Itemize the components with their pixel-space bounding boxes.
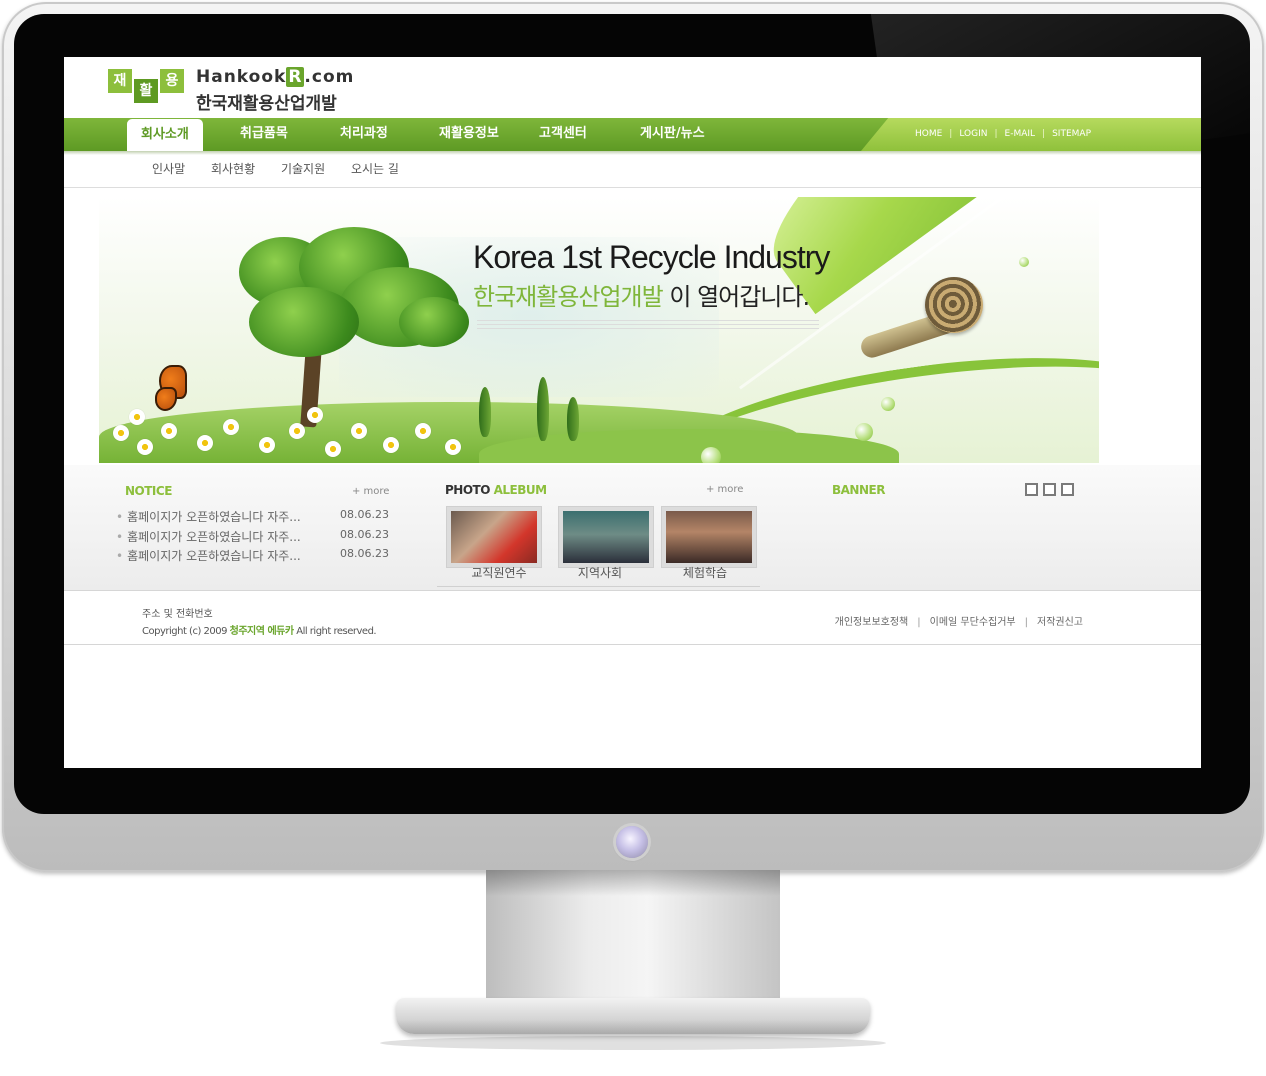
power-button[interactable] [616, 826, 648, 858]
photo-album-title: PHOTO ALEBUM [445, 483, 547, 497]
hero-subtitle: 한국재활용산업개발 이 열어갑니다. [473, 283, 810, 311]
banner-pager-button-3[interactable] [1061, 483, 1074, 496]
banner-pager-button-2[interactable] [1043, 483, 1056, 496]
util-link-home[interactable]: HOME [915, 129, 942, 139]
snail-icon [925, 277, 983, 333]
logo-domain: Hankook R .com [196, 67, 355, 87]
photo-thumbnail-field-trip[interactable] [662, 507, 756, 567]
notice-title: NOTICE [125, 484, 172, 498]
daisy-icon [113, 425, 129, 441]
photo-thumbnail-community[interactable] [559, 507, 653, 567]
photo-caption[interactable]: 교직원연수 [451, 564, 547, 581]
logo-box-1: 재 [108, 69, 132, 93]
footer-link-privacy[interactable]: 개인정보보호정책 [835, 617, 909, 628]
notice-more-link[interactable]: + more [352, 486, 389, 497]
subnav-tech-support[interactable]: 기술지원 [281, 162, 325, 176]
util-link-sitemap[interactable]: SITEMAP [1052, 129, 1091, 139]
butterfly-icon [149, 365, 195, 413]
hero-banner: Korea 1st Recycle Industry 한국재활용산업개발 이 열… [99, 197, 1099, 463]
nav-item-products[interactable]: 취급품목 [240, 118, 288, 151]
nav-item-customer-center[interactable]: 고객센터 [539, 118, 587, 151]
monitor-screen: 재 활 용 Hankook R .com 한국재활용산업개발 회사소개 취급품목 처… [64, 57, 1201, 768]
nav-item-recycle-info[interactable]: 재활용정보 [439, 118, 499, 151]
subnav-greeting[interactable]: 인사말 [152, 162, 185, 176]
monitor-stand-base [396, 998, 870, 1034]
util-link-login[interactable]: LOGIN [959, 129, 987, 139]
notice-row[interactable]: • 홈페이지가 오픈하였습니다 자주... 08.06.23 [116, 547, 389, 564]
util-link-email[interactable]: E-MAIL [1005, 129, 1036, 139]
footer-link-email-refusal[interactable]: 이메일 무단수집거부 [930, 617, 1016, 628]
photo-thumbnail-training[interactable] [447, 507, 541, 567]
subnav-company-status[interactable]: 회사현황 [211, 162, 255, 176]
water-drop-icon [881, 397, 895, 411]
banner-title: BANNER [832, 483, 885, 497]
footer-link-copyright-report[interactable]: 저작권신고 [1037, 617, 1083, 628]
logo-box-3: 용 [160, 69, 184, 93]
footer-copyright: Copyright (c) 2009 청주지역 에듀카 All right re… [142, 626, 377, 637]
banner-pager-button-1[interactable] [1025, 483, 1038, 496]
nav-item-company[interactable]: 회사소개 [127, 119, 203, 151]
hero-fine-print-lines [477, 317, 819, 332]
sub-navigation: 인사말 회사현황 기술지원 오시는 길 [152, 160, 421, 177]
logo-box-2: 활 [134, 79, 158, 103]
photo-album-more-link[interactable]: + more [706, 484, 743, 495]
notice-row[interactable]: • 홈페이지가 오픈하였습니다 자주... 08.06.23 [116, 508, 389, 525]
footer-address: 주소 및 전화번호 [142, 609, 213, 620]
hero-title: Korea 1st Recycle Industry [473, 239, 830, 275]
photo-caption[interactable]: 지역사회 [552, 564, 648, 581]
subnav-directions[interactable]: 오시는 길 [351, 162, 399, 176]
footer-links: 개인정보보호정책 | 이메일 무단수집거부 | 저작권신고 [834, 617, 1083, 628]
photo-caption[interactable]: 체험학습 [657, 564, 753, 581]
utility-links: HOME | LOGIN | E-MAIL | SITEMAP [914, 129, 1091, 139]
nav-item-board-news[interactable]: 게시판/뉴스 [640, 118, 705, 151]
nav-item-process[interactable]: 처리과정 [340, 118, 388, 151]
notice-row[interactable]: • 홈페이지가 오픈하였습니다 자주... 08.06.23 [116, 528, 389, 545]
logo-company-name: 한국재활용산업개발 [196, 94, 337, 114]
site-logo[interactable]: 재 활 용 Hankook R .com 한국재활용산업개발 [108, 67, 353, 114]
